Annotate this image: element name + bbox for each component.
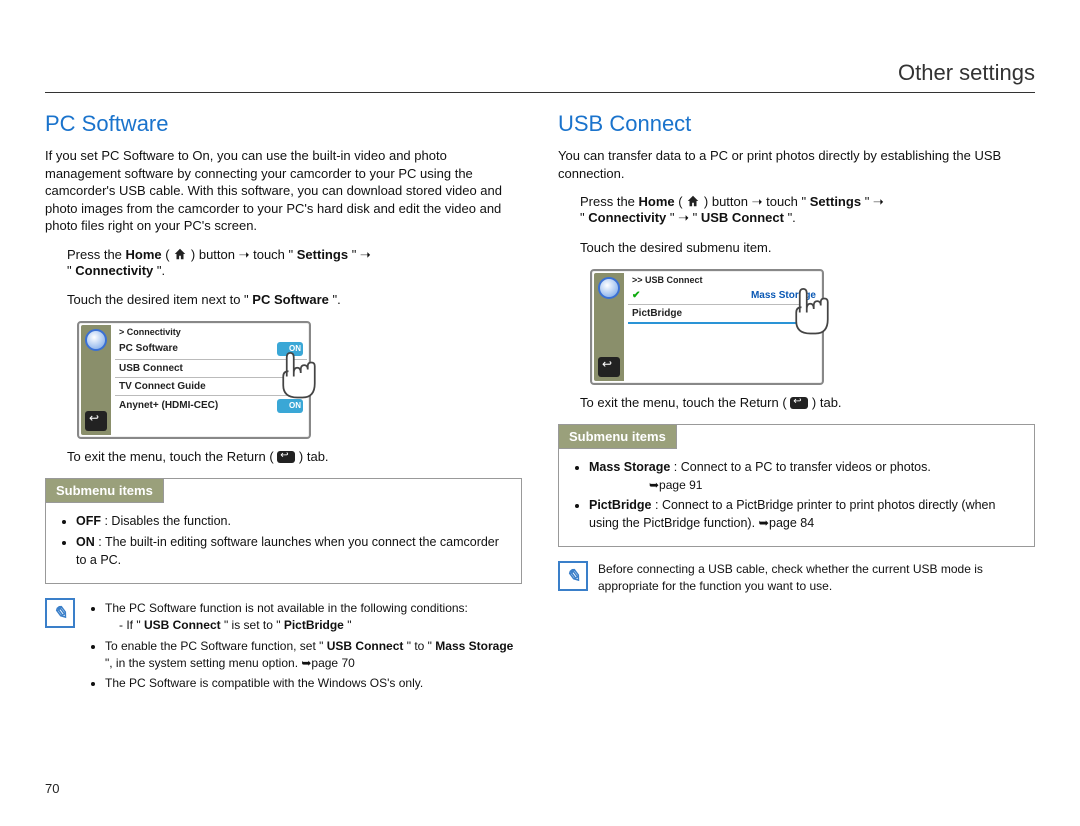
usb-connect-intro: You can transfer data to a PC or print p…	[558, 147, 1035, 182]
mode-icon	[598, 277, 620, 299]
text: )	[191, 247, 195, 262]
text: Press the	[67, 247, 126, 262]
page-header: Other settings	[45, 60, 1035, 93]
settings-word: Settings	[297, 247, 348, 262]
text: button ➝ touch "	[199, 247, 293, 262]
text: ) tab.	[812, 395, 842, 410]
submenu-item-pictbridge: PictBridge : Connect to a PictBridge pri…	[589, 497, 1018, 532]
on-label: ON	[76, 535, 95, 549]
settings-word: Settings	[810, 194, 861, 209]
touch-hand-icon	[271, 345, 327, 401]
note-icon: ✎	[45, 598, 75, 628]
left-column: PC Software If you set PC Software to On…	[45, 111, 522, 696]
usb-connect-step2: Touch the desired submenu item.	[558, 240, 1035, 255]
note-icon: ✎	[558, 561, 588, 591]
note-line-2: To enable the PC Software function, set …	[105, 638, 522, 672]
text: (	[165, 247, 169, 262]
lcd-connectivity: > Connectivity PC Software ON USB Connec…	[77, 321, 311, 439]
lcd-usbconnect: >> USB Connect Mass Storage PictBridge	[590, 269, 824, 385]
page-ref: ➥page 91	[589, 477, 1018, 494]
pc-software-title: PC Software	[45, 111, 522, 137]
text: "	[580, 210, 585, 225]
home-word: Home	[126, 247, 162, 262]
page-number: 70	[45, 781, 59, 796]
row-label: USB Connect	[119, 363, 183, 374]
submenu-box-left: Submenu items OFF : Disables the functio…	[45, 478, 522, 585]
mass-storage-label: Mass Storage	[589, 460, 670, 474]
text: The PC Software function is not availabl…	[105, 601, 468, 615]
usb-connect-word: USB Connect	[144, 618, 221, 632]
mode-icon	[85, 329, 107, 351]
mass-storage-word: Mass Storage	[435, 639, 513, 653]
touch-hand-icon	[784, 281, 840, 337]
usb-connect-exit: To exit the menu, touch the Return ( ) t…	[558, 395, 1035, 410]
text: ", in the system setting menu option. ➥p…	[105, 656, 355, 670]
pictbridge-word: PictBridge	[284, 618, 344, 632]
return-tab-icon	[790, 397, 808, 409]
pc-software-step2: Touch the desired item next to " PC Soft…	[45, 292, 522, 307]
text: Touch the desired item next to "	[67, 292, 249, 307]
pc-software-nav: Press the Home ( ) button ➝ touch " Sett…	[45, 247, 522, 278]
submenu-item-massstorage: Mass Storage : Connect to a PC to transf…	[589, 459, 1018, 493]
connectivity-word: Connectivity	[75, 263, 153, 278]
row-label: PictBridge	[632, 308, 682, 319]
usb-connect-nav: Press the Home ( ) button ➝ touch " Sett…	[558, 194, 1035, 226]
text: ".	[157, 263, 165, 278]
note-right: ✎ Before connecting a USB cable, check w…	[558, 561, 1035, 595]
submenu-header: Submenu items	[559, 425, 677, 449]
usb-connect-word: USB Connect	[701, 210, 784, 225]
row-label: PC Software	[119, 343, 178, 354]
submenu-item-off: OFF : Disables the function.	[76, 513, 505, 531]
home-word: Home	[639, 194, 675, 209]
home-icon	[686, 194, 700, 208]
row-label: TV Connect Guide	[119, 381, 206, 392]
text: )	[704, 194, 708, 209]
submenu-item-on: ON : The built-in editing software launc…	[76, 534, 505, 569]
text: ".	[333, 292, 341, 307]
text: " ➝ "	[670, 210, 697, 225]
home-icon	[173, 247, 187, 261]
text: " ➝	[352, 247, 371, 262]
return-icon	[598, 357, 620, 377]
text: : Connect to a PC to transfer videos or …	[674, 460, 931, 474]
right-column: USB Connect You can transfer data to a P…	[558, 111, 1035, 696]
text: : Disables the function.	[104, 514, 230, 528]
text: To exit the menu, touch the Return (	[580, 395, 787, 410]
text: (	[678, 194, 682, 209]
text: Press the	[580, 194, 639, 209]
text: " to "	[407, 639, 432, 653]
text: ".	[788, 210, 796, 225]
pc-software-intro: If you set PC Software to On, you can us…	[45, 147, 522, 235]
submenu-header: Submenu items	[46, 479, 164, 503]
pictbridge-label: PictBridge	[589, 498, 652, 512]
text: To exit the menu, touch the Return (	[67, 449, 274, 464]
submenu-box-right: Submenu items Mass Storage : Connect to …	[558, 424, 1035, 547]
lcd-breadcrumb: > Connectivity	[115, 325, 307, 339]
text: " is set to "	[224, 618, 281, 632]
return-icon	[85, 411, 107, 431]
text: - If "	[119, 618, 141, 632]
text: "	[67, 263, 72, 278]
text: To enable the PC Software function, set …	[105, 639, 323, 653]
note-left: ✎ The PC Software function is not availa…	[45, 598, 522, 696]
text: ) tab.	[299, 449, 329, 464]
connectivity-word: Connectivity	[588, 210, 666, 225]
text: button ➝ touch "	[712, 194, 806, 209]
note-line-3: The PC Software is compatible with the W…	[105, 675, 522, 692]
text: " ➝	[865, 194, 884, 209]
off-label: OFF	[76, 514, 101, 528]
note-text: Before connecting a USB cable, check whe…	[598, 561, 1035, 595]
note-line-1: The PC Software function is not availabl…	[105, 600, 522, 634]
text: : The built-in editing software launches…	[76, 535, 499, 567]
usb-connect-word: USB Connect	[327, 639, 404, 653]
pc-software-word: PC Software	[252, 292, 329, 307]
row-label: Anynet+ (HDMI-CEC)	[119, 400, 218, 411]
return-tab-icon	[277, 451, 295, 463]
text: "	[347, 618, 351, 632]
pc-software-exit: To exit the menu, touch the Return ( ) t…	[45, 449, 522, 464]
usb-connect-title: USB Connect	[558, 111, 1035, 137]
